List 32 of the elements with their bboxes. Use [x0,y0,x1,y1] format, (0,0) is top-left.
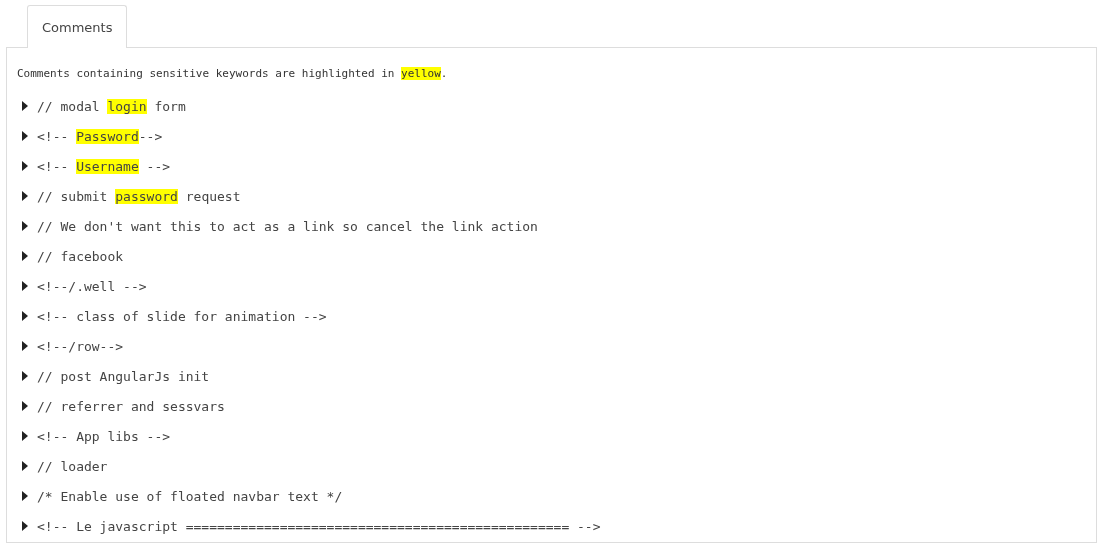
caret-icon[interactable] [22,371,28,381]
comment-text: <!-- Le javascript ================================================= --> [37,518,601,534]
caret-icon[interactable] [22,131,28,141]
comments-tab[interactable]: Comments [27,5,128,48]
caret-icon[interactable] [22,101,28,111]
comment-text: <!-- Password--> [37,128,163,144]
comment-text: // modal login form [37,98,186,114]
caret-icon[interactable] [22,311,28,321]
comment-text: /* Enable use of floated navbar text */ [37,488,343,504]
comment-text: // loader [37,458,108,474]
comment-text: <!--/.well --> [37,278,147,294]
caret-icon[interactable] [22,191,28,201]
caret-icon[interactable] [22,281,28,291]
intro-text: Comments containing sensitive keywords are highlighted in yellow. [17,67,449,80]
comment-text: // post AngularJs init [37,368,210,384]
caret-icon[interactable] [22,221,28,231]
caret-icon[interactable] [22,341,28,351]
caret-icon[interactable] [22,461,28,471]
caret-icon[interactable] [22,431,28,441]
caret-icon[interactable] [22,491,28,501]
comment-text: // We don't want this to act as a link so cancel the link action [37,218,538,234]
comment-text: <!-- App libs --> [37,428,171,444]
caret-icon[interactable] [22,251,28,261]
comment-text: // submit password request [37,188,241,204]
comment-text: <!-- class of slide for animation --> [37,308,327,324]
caret-icon[interactable] [22,521,28,531]
comment-text: <!-- Username --> [37,158,171,174]
comment-text: // facebook [37,248,124,264]
caret-icon[interactable] [22,401,28,411]
caret-icon[interactable] [22,161,28,171]
comment-text: <!--/row--> [37,338,124,354]
comment-text: // referrer and sessvars [37,398,225,414]
